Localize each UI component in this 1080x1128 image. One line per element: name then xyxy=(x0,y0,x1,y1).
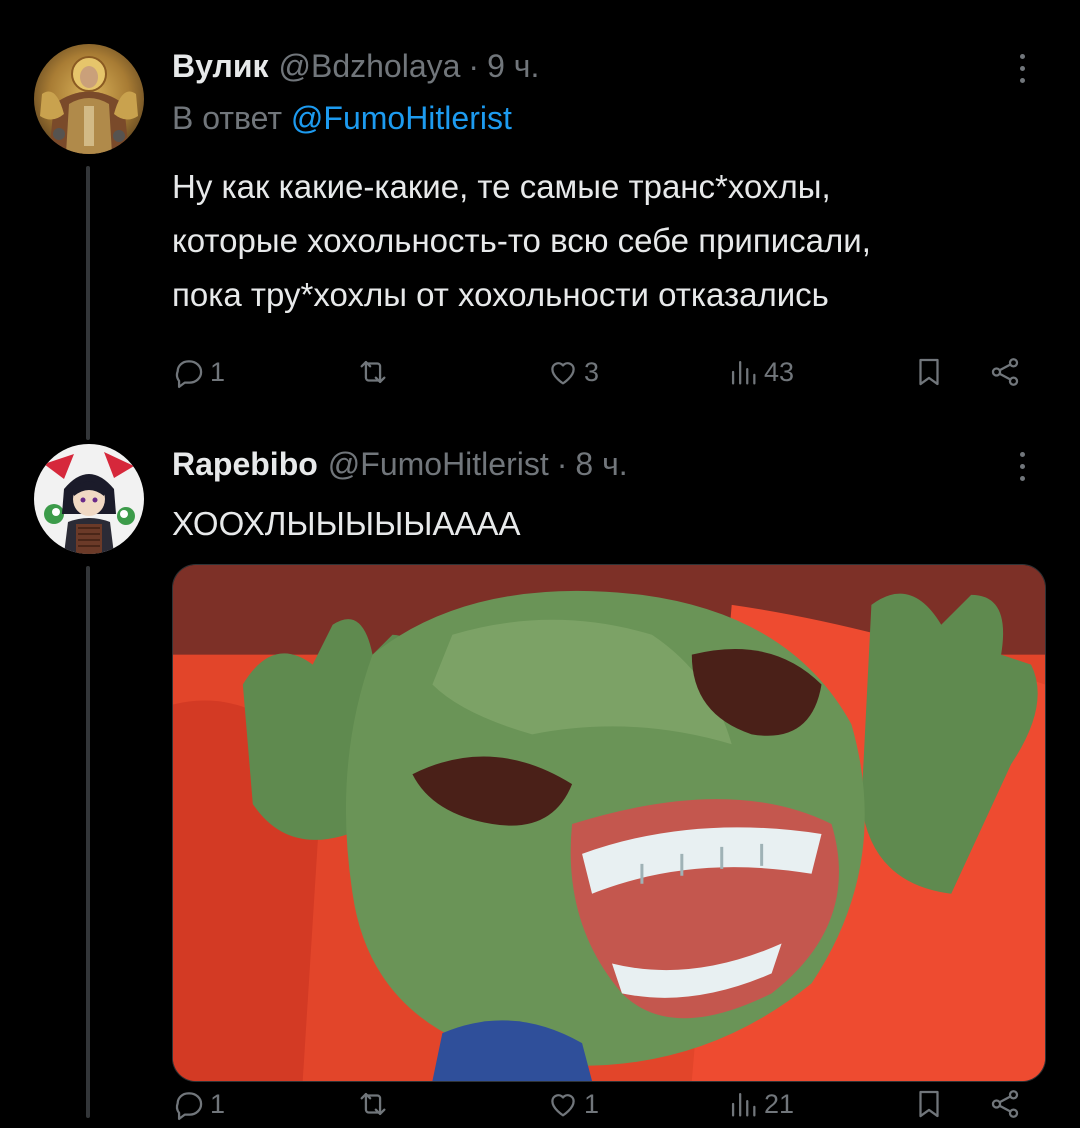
retweet-button[interactable] xyxy=(356,348,394,396)
retweet-button[interactable] xyxy=(356,1080,394,1128)
reply-mention-link[interactable]: @FumoHitlerist xyxy=(291,100,512,136)
tweet-text: ХООХЛЫЫЫЫЫАААА xyxy=(172,500,1052,548)
reply-bubble-icon xyxy=(175,1092,203,1121)
like-count: 3 xyxy=(584,356,600,387)
like-button[interactable]: 3 xyxy=(546,348,599,396)
retweet-icon xyxy=(360,360,386,384)
avatar[interactable] xyxy=(34,44,144,154)
tweet-bdzholaya[interactable]: Вулик @Bdzholaya · 9 ч. В ответ @FumoHit… xyxy=(0,0,1080,430)
bookmark-icon xyxy=(919,358,939,386)
user-handle[interactable]: @Bdzholaya xyxy=(279,48,461,85)
like-count: 1 xyxy=(584,1088,600,1119)
more-vertical-icon[interactable] xyxy=(1010,46,1034,90)
separator-dot: · xyxy=(556,445,568,482)
share-button[interactable] xyxy=(988,348,1022,396)
tweet-header: Вулик @Bdzholaya · 9 ч. xyxy=(172,44,539,88)
tweet-text: Ну как какие-какие, те самые транс*хохлы… xyxy=(172,160,1052,322)
reply-count: 1 xyxy=(210,356,226,387)
avatar[interactable] xyxy=(34,444,144,554)
display-name[interactable]: Rapebibo xyxy=(172,446,318,483)
heart-icon xyxy=(551,362,575,385)
share-icon xyxy=(991,358,1019,386)
views-button[interactable]: 43 xyxy=(726,348,794,396)
reply-button[interactable]: 1 xyxy=(172,1080,225,1128)
view-count: 43 xyxy=(764,356,795,387)
like-button[interactable]: 1 xyxy=(546,1080,599,1128)
tweet-text-line: Ну как какие-какие, те самые транс*хохлы… xyxy=(172,168,831,205)
tweet-header: Rapebibo @FumoHitlerist · 8 ч. xyxy=(172,442,628,486)
views-bar-chart-icon xyxy=(731,360,756,385)
views-bar-chart-icon xyxy=(731,1092,756,1117)
tweet-text-line: пока тру*хохлы от хохольности отказались xyxy=(172,276,829,313)
bookmark-icon xyxy=(919,1090,939,1118)
heart-icon xyxy=(551,1094,575,1117)
tweet-actions: 1 3 43 xyxy=(172,348,1032,396)
reply-button[interactable]: 1 xyxy=(172,348,225,396)
bookmark-button[interactable] xyxy=(912,1080,946,1128)
reply-prefix: В ответ xyxy=(172,100,283,136)
separator-dot: · xyxy=(468,47,480,84)
user-handle[interactable]: @FumoHitlerist xyxy=(328,446,549,483)
timestamp[interactable]: 8 ч. xyxy=(575,446,627,483)
tweet-text-line: которые хохольность-то всю себе приписал… xyxy=(172,222,871,259)
tweet-actions: 1 1 21 xyxy=(172,1080,1032,1128)
tweet-text-line: ХООХЛЫЫЫЫЫАААА xyxy=(172,505,521,542)
bookmark-button[interactable] xyxy=(912,348,946,396)
view-count: 21 xyxy=(764,1088,795,1119)
retweet-icon xyxy=(360,1092,386,1116)
tweet-media-image[interactable] xyxy=(172,564,1046,1082)
more-vertical-icon[interactable] xyxy=(1010,444,1034,488)
timestamp[interactable]: 9 ч. xyxy=(487,48,539,85)
reply-context: В ответ @FumoHitlerist xyxy=(172,100,512,137)
share-icon xyxy=(991,1090,1019,1118)
share-button[interactable] xyxy=(988,1080,1022,1128)
views-button[interactable]: 21 xyxy=(726,1080,794,1128)
tweet-fumohitlerist[interactable]: Rapebibo @FumoHitlerist · 8 ч. ХООХЛЫЫЫЫ… xyxy=(0,430,1080,1121)
display-name[interactable]: Вулик xyxy=(172,48,269,85)
reply-count: 1 xyxy=(210,1088,226,1119)
reply-bubble-icon xyxy=(175,360,203,389)
